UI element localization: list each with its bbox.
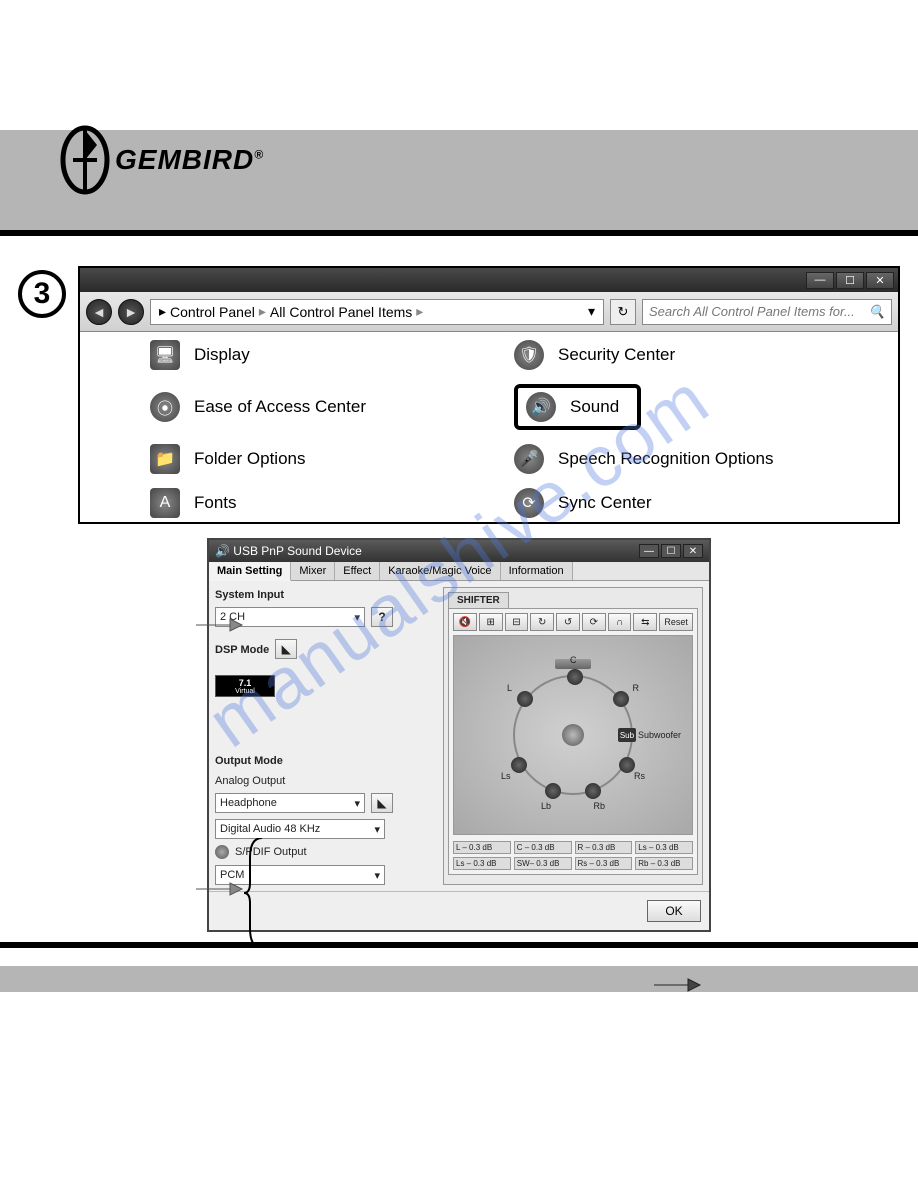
listener-icon[interactable] bbox=[562, 724, 584, 746]
speaker-rs[interactable] bbox=[619, 757, 635, 773]
speaker-r[interactable] bbox=[613, 691, 629, 707]
arrow-icon bbox=[654, 976, 702, 994]
shield-icon: 🛡 bbox=[514, 340, 544, 370]
mute-icon[interactable]: 🔇 bbox=[453, 613, 477, 631]
swap-icon[interactable]: ⇆ bbox=[633, 613, 657, 631]
dsp-toggle-button[interactable]: ◣ bbox=[275, 639, 297, 659]
maximize-icon[interactable]: ☐ bbox=[836, 272, 864, 289]
speaker-l[interactable] bbox=[517, 691, 533, 707]
speaker-lb[interactable] bbox=[545, 783, 561, 799]
rotate-cw-icon[interactable]: ↻ bbox=[530, 613, 554, 631]
spdif-indicator-icon bbox=[215, 845, 229, 859]
cp-item-fonts[interactable]: A Fonts bbox=[150, 488, 514, 518]
tab-karaoke[interactable]: Karaoke/Magic Voice bbox=[380, 562, 500, 580]
folder-icon: 📁 bbox=[150, 444, 180, 474]
tab-mixer[interactable]: Mixer bbox=[291, 562, 335, 580]
analog-output-label: Analog Output bbox=[215, 775, 437, 787]
speaker-arena[interactable]: C L R Ls Rs Lb bbox=[453, 635, 693, 835]
maximize-icon[interactable]: ☐ bbox=[661, 544, 681, 558]
help-button[interactable]: ? bbox=[371, 607, 393, 627]
ok-button[interactable]: OK bbox=[647, 900, 701, 922]
cp-item-ease-access[interactable]: ⦿ Ease of Access Center bbox=[150, 384, 514, 430]
system-input-label: System Input bbox=[215, 589, 437, 601]
sync-icon: ⟳ bbox=[514, 488, 544, 518]
cp-item-sync[interactable]: ⟳ Sync Center bbox=[514, 488, 878, 518]
microphone-icon: 🎤 bbox=[514, 444, 544, 474]
tab-information[interactable]: Information bbox=[501, 562, 573, 580]
close-icon[interactable]: ✕ bbox=[683, 544, 703, 558]
speaker-rb[interactable] bbox=[585, 783, 601, 799]
headphone-icon[interactable]: ∩ bbox=[608, 613, 632, 631]
tab-main-setting[interactable]: Main Setting bbox=[209, 562, 291, 581]
shifter-tab: SHIFTER bbox=[448, 592, 509, 608]
minimize-icon[interactable]: — bbox=[806, 272, 834, 289]
grid-minus-icon[interactable]: ⊟ bbox=[505, 613, 529, 631]
arrow-icon bbox=[196, 880, 244, 898]
virtual-71-badge: 7.1 7.1 Virtual Virtual bbox=[215, 675, 275, 697]
search-icon: 🔍 bbox=[869, 304, 885, 320]
search-input[interactable]: Search All Control Panel Items for... 🔍 bbox=[642, 299, 892, 325]
ease-icon: ⦿ bbox=[150, 392, 180, 422]
speaker-ls[interactable] bbox=[511, 757, 527, 773]
digital-audio-select[interactable]: Digital Audio 48 KHz▾ bbox=[215, 819, 385, 839]
rotate-ccw-icon[interactable]: ↺ bbox=[556, 613, 580, 631]
refresh-icon[interactable]: ↻ bbox=[610, 299, 636, 325]
breadcrumb[interactable]: ▸ Control Panel ▸ All Control Panel Item… bbox=[150, 299, 604, 325]
reset-button[interactable]: Reset bbox=[659, 613, 693, 631]
grid-plus-icon[interactable]: ⊞ bbox=[479, 613, 503, 631]
brace-icon bbox=[244, 838, 264, 948]
brand-logo: GEMBIRD® bbox=[55, 125, 264, 195]
dialog-titlebar: 🔊 USB PnP Sound Device — ☐ ✕ bbox=[209, 540, 709, 562]
window-titlebar: — ☐ ✕ bbox=[80, 268, 898, 292]
cp-item-security[interactable]: 🛡 Security Center bbox=[514, 340, 878, 370]
cp-item-folder-options[interactable]: 📁 Folder Options bbox=[150, 444, 514, 474]
loop-icon[interactable]: ⟳ bbox=[582, 613, 606, 631]
output-mode-label: Output Mode bbox=[215, 755, 437, 767]
subwoofer-label: Sub Subwoofer bbox=[618, 728, 681, 742]
cp-item-sound[interactable]: 🔊 Sound bbox=[514, 384, 641, 430]
speaker-icon: 🔊 bbox=[526, 392, 556, 422]
cp-item-display[interactable]: 🖥 Display bbox=[150, 340, 514, 370]
minimize-icon[interactable]: — bbox=[639, 544, 659, 558]
cp-item-speech[interactable]: 🎤 Speech Recognition Options bbox=[514, 444, 878, 474]
arrow-icon bbox=[196, 616, 244, 634]
speaker-c[interactable] bbox=[567, 669, 583, 685]
display-icon: 🖥 bbox=[150, 340, 180, 370]
back-icon[interactable]: ◄ bbox=[86, 299, 112, 325]
analog-output-select[interactable]: Headphone▾ bbox=[215, 793, 365, 813]
step-number: 3 bbox=[18, 270, 66, 318]
tab-effect[interactable]: Effect bbox=[335, 562, 380, 580]
fonts-icon: A bbox=[150, 488, 180, 518]
brand-name: GEMBIRD® bbox=[115, 144, 264, 176]
analog-config-button[interactable]: ◣ bbox=[371, 793, 393, 813]
sound-device-dialog: 🔊 USB PnP Sound Device — ☐ ✕ Main Settin… bbox=[207, 538, 711, 932]
db-readout-grid: L – 0.3 dB C – 0.3 dB R – 0.3 dB Ls – 0.… bbox=[453, 841, 693, 870]
control-panel-window: — ☐ ✕ ◄ ► ▸ Control Panel ▸ All Control … bbox=[78, 266, 900, 524]
forward-icon[interactable]: ► bbox=[118, 299, 144, 325]
close-icon[interactable]: ✕ bbox=[866, 272, 894, 289]
dsp-mode-label: DSP Mode bbox=[215, 644, 269, 656]
